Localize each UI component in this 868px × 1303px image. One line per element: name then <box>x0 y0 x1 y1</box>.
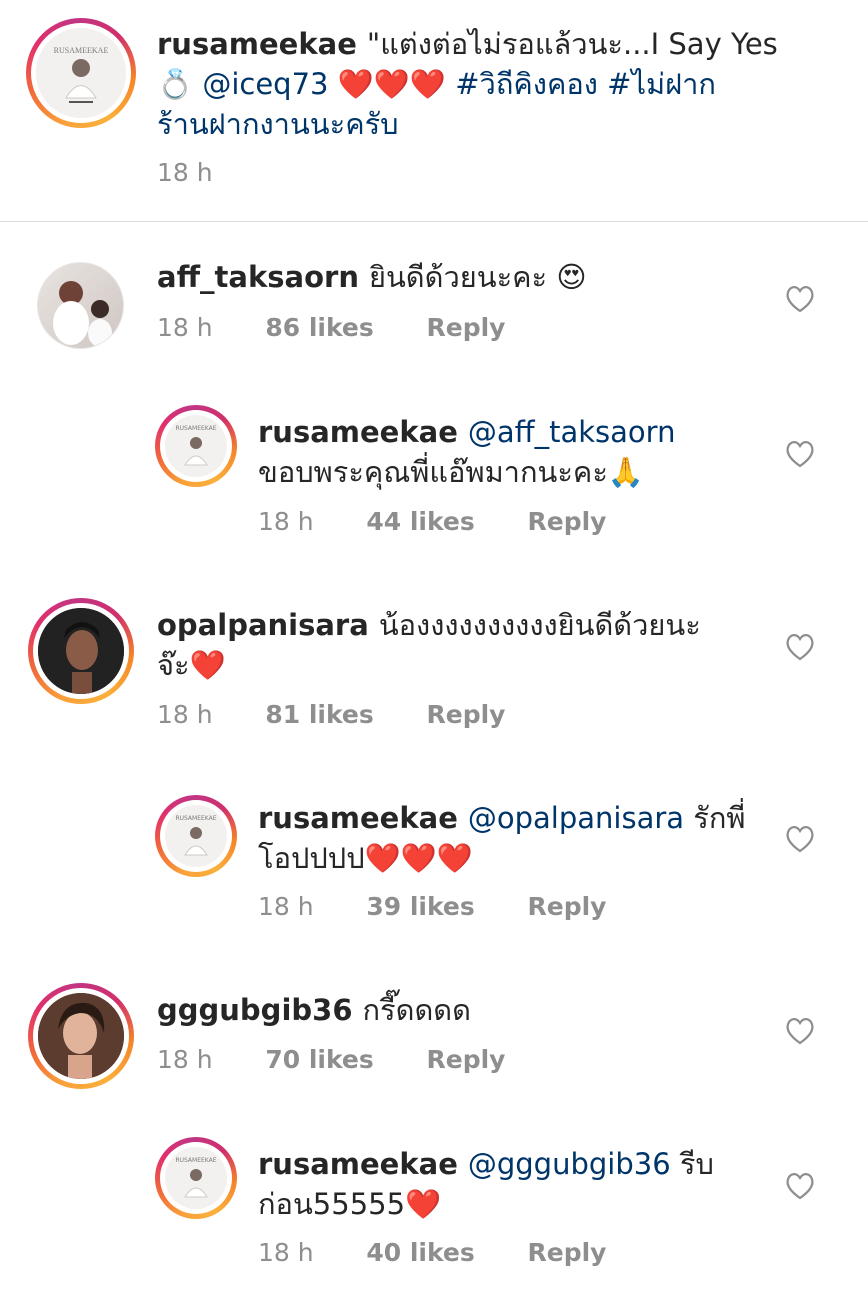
reply-author-avatar[interactable]: RUSAMEEKAE <box>155 795 237 877</box>
caption-hashtag-2[interactable]: #ไม่ฝาก <box>607 67 716 101</box>
comment-username[interactable]: opalpanisara <box>157 608 369 642</box>
comment-username[interactable]: rusameekae <box>258 801 458 835</box>
reply-author-avatar[interactable]: RUSAMEEKAE <box>155 405 237 487</box>
likes-count[interactable]: 39 likes <box>366 892 474 921</box>
red-heart-emoji: ❤️ <box>189 648 226 682</box>
heart-outline-icon[interactable] <box>784 824 816 854</box>
likes-count[interactable]: 81 likes <box>265 700 373 729</box>
avatar-photo <box>38 608 124 694</box>
caption-hashtag-1[interactable]: #วิถีคิงคอง <box>455 67 598 101</box>
reply-2-text: rusameekae @opalpanisara รักพี่ โอปปปป❤️❤… <box>258 801 746 875</box>
red-hearts-emoji: ❤️❤️❤️ <box>364 841 473 875</box>
reply-mention[interactable]: @gggubgib36 <box>468 1147 671 1181</box>
reply-button[interactable]: Reply <box>426 700 505 729</box>
avatar-watermark: RUSAMEEKAE <box>175 425 217 432</box>
comment-meta: 18 h 70 likes Reply <box>157 1045 505 1074</box>
likes-count[interactable]: 70 likes <box>265 1045 373 1074</box>
comment-time: 18 h <box>258 892 314 921</box>
comment-2-text: opalpanisara น้องงงงงงงงงงยินดีด้วยนะ จ๊ะ… <box>157 608 701 682</box>
avatar-photo <box>53 281 112 347</box>
caption-mention[interactable]: @iceq73 <box>202 67 328 101</box>
heart-outline-icon[interactable] <box>784 1016 816 1046</box>
comment-meta: 18 h 81 likes Reply <box>157 700 505 729</box>
comment-meta: 18 h 39 likes Reply <box>258 892 606 921</box>
commenter-avatar[interactable] <box>28 983 134 1089</box>
commenter-avatar[interactable] <box>28 598 134 704</box>
comment-username[interactable]: rusameekae <box>258 1147 458 1181</box>
reply-button[interactable]: Reply <box>527 1238 606 1267</box>
comment-1-text: aff_taksaorn ยินดีด้วยนะคะ 😍 <box>157 260 587 294</box>
caption-hashtag-2-cont[interactable]: ร้านฝากงานนะครับ <box>157 107 399 141</box>
divider <box>0 221 868 222</box>
reply-button[interactable]: Reply <box>527 507 606 536</box>
comment-meta: 18 h 86 likes Reply <box>157 313 505 342</box>
caption-hearts: ❤️❤️❤️ <box>337 67 447 101</box>
praying-hands-emoji: 🙏 <box>607 455 645 489</box>
comment-3-text: gggubgib36 กรี๊ดดดด <box>157 993 471 1027</box>
post-username[interactable]: rusameekae <box>157 27 357 61</box>
avatar-photo <box>36 28 126 118</box>
comment-time: 18 h <box>157 1045 213 1074</box>
reply-button[interactable]: Reply <box>527 892 606 921</box>
reply-3-text: rusameekae @gggubgib36 รีบ ก่อน55555❤️ <box>258 1147 714 1221</box>
reply-author-avatar[interactable]: RUSAMEEKAE <box>155 1137 237 1219</box>
post-time: 18 h <box>157 158 213 187</box>
ring-emoji: 💍 <box>157 67 194 101</box>
red-heart-emoji: ❤️ <box>405 1187 442 1221</box>
likes-count[interactable]: 40 likes <box>366 1238 474 1267</box>
likes-count[interactable]: 44 likes <box>366 507 474 536</box>
avatar-photo <box>38 993 124 1079</box>
heart-eyes-emoji: 😍 <box>556 260 587 294</box>
comment-time: 18 h <box>157 700 213 729</box>
caption-text: "แต่งต่อไม่รอแล้วนะ...I Say Yes <box>366 27 778 61</box>
reply-button[interactable]: Reply <box>426 313 505 342</box>
comment-time: 18 h <box>258 507 314 536</box>
post-author-avatar[interactable]: RUSAMEEKAE <box>26 18 136 128</box>
avatar-watermark: RUSAMEEKAE <box>175 1157 217 1164</box>
comment-meta: 18 h 44 likes Reply <box>258 507 606 536</box>
comment-time: 18 h <box>157 313 213 342</box>
reply-mention[interactable]: @aff_taksaorn <box>468 415 676 449</box>
heart-outline-icon[interactable] <box>784 439 816 469</box>
reply-mention[interactable]: @opalpanisara <box>468 801 684 835</box>
comment-meta: 18 h 40 likes Reply <box>258 1238 606 1267</box>
post-caption: rusameekae "แต่งต่อไม่รอแล้วนะ...I Say Ye… <box>157 24 837 144</box>
comment-username[interactable]: gggubgib36 <box>157 993 353 1027</box>
comment-time: 18 h <box>258 1238 314 1267</box>
heart-outline-icon[interactable] <box>784 284 816 314</box>
heart-outline-icon[interactable] <box>784 632 816 662</box>
comment-username[interactable]: aff_taksaorn <box>157 260 359 294</box>
reply-1-text: rusameekae @aff_taksaorn ขอบพระคุณพี่แอ๊พ… <box>258 415 676 489</box>
likes-count[interactable]: 86 likes <box>265 313 373 342</box>
commenter-avatar[interactable] <box>37 262 124 349</box>
comment-username[interactable]: rusameekae <box>258 415 458 449</box>
avatar-watermark: RUSAMEEKAE <box>53 46 109 55</box>
heart-outline-icon[interactable] <box>784 1171 816 1201</box>
reply-button[interactable]: Reply <box>426 1045 505 1074</box>
avatar-watermark: RUSAMEEKAE <box>175 815 217 822</box>
